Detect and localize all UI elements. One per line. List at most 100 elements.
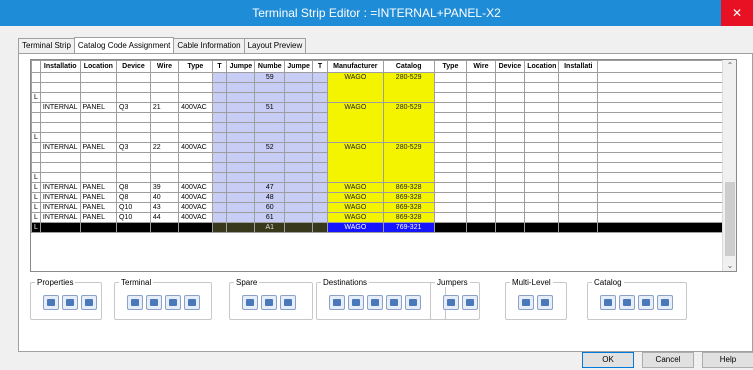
- grid-cell[interactable]: [226, 152, 256, 163]
- grid-cell[interactable]: [31, 102, 41, 113]
- grid-cell[interactable]: [597, 222, 736, 233]
- grid-cell[interactable]: [494, 192, 526, 203]
- grid-cell[interactable]: [284, 102, 314, 113]
- col-header-jumper-right[interactable]: Jumpe: [284, 60, 314, 73]
- grid-cell[interactable]: [312, 132, 328, 143]
- grid-cell[interactable]: [149, 132, 180, 143]
- grid-cell[interactable]: [524, 202, 560, 213]
- grid-cell[interactable]: [226, 112, 256, 123]
- grid-cell[interactable]: [312, 92, 328, 103]
- grid-cell[interactable]: [597, 112, 736, 123]
- properties-paste-icon[interactable]: [81, 295, 97, 310]
- device-cell[interactable]: [116, 72, 151, 83]
- grid-cell[interactable]: [149, 82, 180, 93]
- grid-cell[interactable]: [149, 92, 180, 103]
- row-flag[interactable]: L: [31, 92, 41, 103]
- grid-cell[interactable]: [558, 172, 599, 183]
- tab-cable-information[interactable]: Cable Information: [173, 38, 245, 53]
- number-cell[interactable]: 59: [254, 72, 286, 83]
- col-header-jumper-left[interactable]: Jumpe: [226, 60, 256, 73]
- grid-cell[interactable]: [284, 122, 314, 133]
- grid-cell[interactable]: [226, 172, 256, 183]
- number-cell[interactable]: 61: [254, 212, 286, 223]
- grid-cell[interactable]: [284, 202, 314, 213]
- grid-cell[interactable]: [597, 192, 736, 203]
- grid-cell[interactable]: [226, 192, 256, 203]
- grid-cell[interactable]: [39, 92, 81, 103]
- grid-cell[interactable]: [558, 222, 599, 233]
- grid-cell[interactable]: [433, 142, 468, 153]
- row-flag[interactable]: L: [31, 172, 41, 183]
- type-cell[interactable]: 400VAC: [178, 192, 213, 203]
- grid-cell[interactable]: [226, 212, 256, 223]
- grid-cell[interactable]: [211, 112, 228, 123]
- grid-cell[interactable]: [433, 92, 468, 103]
- manufacturer-cell[interactable]: WAGO: [326, 142, 384, 183]
- grid-cell[interactable]: [211, 162, 228, 173]
- number-cell[interactable]: 51: [254, 102, 286, 113]
- terminal-edit-icon[interactable]: [127, 295, 143, 310]
- grid-cell[interactable]: [284, 192, 314, 203]
- grid-cell[interactable]: [494, 82, 526, 93]
- manufacturer-cell[interactable]: WAGO: [326, 192, 384, 203]
- wire-cell[interactable]: 43: [149, 202, 180, 213]
- grid-cell[interactable]: [284, 162, 314, 173]
- manufacturer-cell[interactable]: WAGO: [326, 222, 384, 233]
- table-row[interactable]: 59 WAGO 280-529: [31, 72, 736, 103]
- wire-cell[interactable]: 21: [149, 102, 180, 113]
- grid-cell[interactable]: [466, 182, 496, 193]
- grid-cell[interactable]: [494, 152, 526, 163]
- grid-cell[interactable]: [211, 152, 228, 163]
- grid-cell[interactable]: [558, 152, 599, 163]
- grid-cell[interactable]: [433, 182, 468, 193]
- row-flag[interactable]: L: [31, 212, 41, 223]
- table-row[interactable]: L INTERNAL PANEL Q8 40 400VAC 48 WAGO 869-328: [31, 192, 736, 203]
- grid-cell[interactable]: [31, 162, 41, 173]
- destination-both-icon[interactable]: [348, 295, 364, 310]
- grid-cell[interactable]: [524, 92, 560, 103]
- device-cell[interactable]: Q8: [116, 192, 151, 203]
- table-row[interactable]: INTERNAL PANEL Q3 22 400VAC 52 WAGO 280-529: [31, 142, 736, 183]
- grid-cell[interactable]: [524, 142, 560, 153]
- grid-cell[interactable]: [494, 132, 526, 143]
- grid-cell[interactable]: [433, 162, 468, 173]
- grid-cell[interactable]: [211, 102, 228, 113]
- grid-cell[interactable]: [116, 132, 151, 143]
- grid-cell[interactable]: [312, 202, 328, 213]
- grid-cell[interactable]: [284, 172, 314, 183]
- spare-add-icon[interactable]: [242, 295, 258, 310]
- grid-cell[interactable]: [226, 102, 256, 113]
- grid-cell[interactable]: [433, 152, 468, 163]
- grid-cell[interactable]: [466, 222, 496, 233]
- grid-cell[interactable]: [149, 162, 180, 173]
- grid-cell[interactable]: [211, 72, 228, 83]
- tab-layout-preview[interactable]: Layout Preview: [243, 38, 307, 53]
- row-flag[interactable]: L: [31, 192, 41, 203]
- grid-cell[interactable]: [524, 122, 560, 133]
- grid-cell[interactable]: [597, 152, 736, 163]
- grid-cell[interactable]: [284, 82, 314, 93]
- grid-cell[interactable]: [31, 152, 41, 163]
- type-cell[interactable]: 400VAC: [178, 202, 213, 213]
- col-header-type[interactable]: Type: [178, 60, 213, 73]
- cancel-button[interactable]: Cancel: [642, 352, 694, 368]
- grid-cell[interactable]: [466, 202, 496, 213]
- grid-cell[interactable]: [284, 182, 314, 193]
- grid-cell[interactable]: [312, 152, 328, 163]
- grid-cell[interactable]: [254, 152, 286, 163]
- grid-cell[interactable]: [312, 162, 328, 173]
- grid-cell[interactable]: [226, 82, 256, 93]
- table-row[interactable]: L INTERNAL PANEL Q10 43 400VAC 60 WAGO 869-328: [31, 202, 736, 213]
- location-cell[interactable]: PANEL: [79, 182, 118, 193]
- grid-cell[interactable]: [39, 222, 81, 233]
- grid-cell[interactable]: [149, 112, 180, 123]
- number-cell[interactable]: 52: [254, 142, 286, 153]
- grid-cell[interactable]: [39, 122, 81, 133]
- number-cell[interactable]: 47: [254, 182, 286, 193]
- location-cell[interactable]: PANEL: [79, 142, 118, 153]
- col-header-location[interactable]: Location: [79, 60, 118, 73]
- help-button[interactable]: Help: [702, 352, 753, 368]
- grid-cell[interactable]: [312, 102, 328, 113]
- grid-cell[interactable]: [226, 162, 256, 173]
- grid-cell[interactable]: [284, 112, 314, 123]
